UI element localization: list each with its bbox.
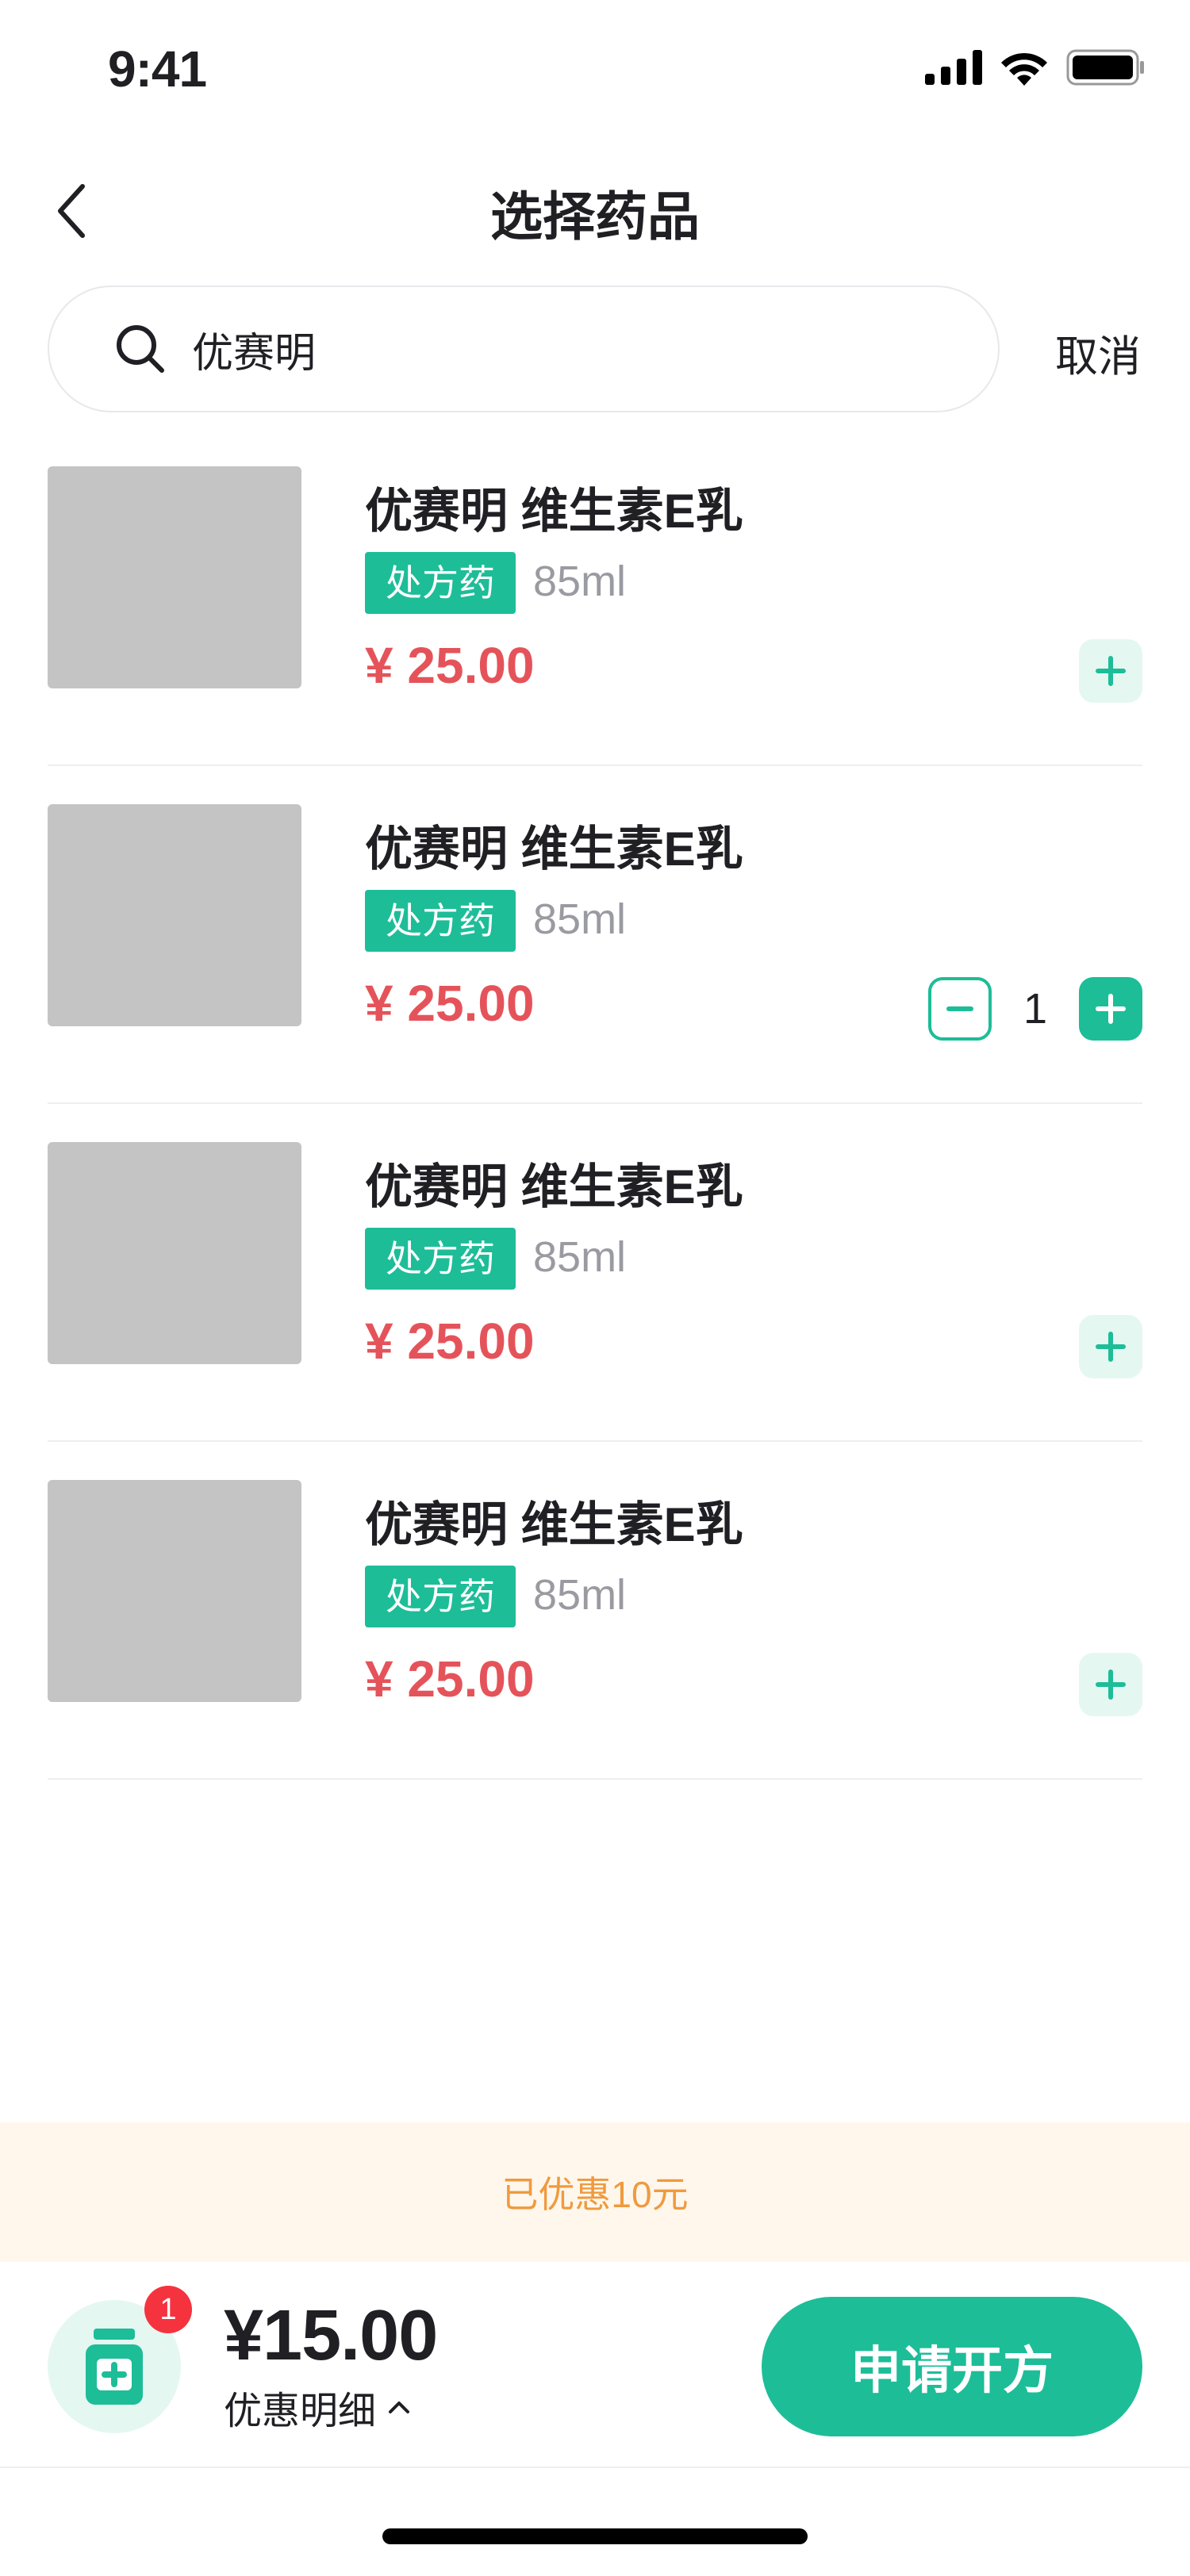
- medicine-bottle-icon: [86, 2329, 143, 2405]
- add-button[interactable]: [1079, 1653, 1142, 1716]
- battery-icon: [1066, 49, 1144, 86]
- cancel-button[interactable]: 取消: [1055, 321, 1141, 384]
- product-image[interactable]: [48, 1480, 301, 1702]
- minus-icon: [946, 1006, 973, 1011]
- prescription-badge: 处方药: [365, 1566, 516, 1627]
- status-bar: 9:41: [0, 0, 1190, 143]
- product-name[interactable]: 优赛明 维生素E乳: [365, 473, 743, 542]
- submit-prescription-button[interactable]: 申请开方: [762, 2297, 1142, 2436]
- product-spec: 85ml: [533, 1571, 627, 1619]
- page-title: 选择药品: [490, 187, 700, 246]
- product-price: ¥ 25.00: [365, 1650, 535, 1708]
- list-item: 优赛明 维生素E乳 处方药 85ml ¥ 25.00 1: [48, 766, 1142, 1104]
- plus-icon: [1096, 1332, 1126, 1362]
- product-spec: 85ml: [533, 895, 627, 943]
- search-icon: [113, 321, 168, 377]
- add-button[interactable]: [1079, 1315, 1142, 1378]
- product-name[interactable]: 优赛明 维生素E乳: [365, 1486, 743, 1555]
- screen: 9:41 选择药品 优赛明 取消 优赛明 维生素E乳 处方药 85ml ¥ 25…: [0, 0, 1190, 2576]
- total-price: ¥15.00: [224, 2296, 438, 2375]
- discount-detail-label: 优惠明细: [224, 2390, 377, 2432]
- product-image[interactable]: [48, 466, 301, 688]
- home-indicator: [382, 2528, 808, 2544]
- plus-icon: [1096, 994, 1126, 1024]
- plus-icon: [1096, 656, 1126, 686]
- cart-count-badge: 1: [144, 2286, 192, 2333]
- discount-banner: 已优惠10元: [0, 2122, 1190, 2262]
- product-name[interactable]: 优赛明 维生素E乳: [365, 1148, 743, 1217]
- plus-icon: [1096, 1669, 1126, 1700]
- chevron-up-icon: [389, 2402, 410, 2413]
- product-image[interactable]: [48, 804, 301, 1026]
- status-time: 9:41: [108, 40, 207, 98]
- prescription-badge: 处方药: [365, 1228, 516, 1290]
- product-list: 优赛明 维生素E乳 处方药 85ml ¥ 25.00 优赛明 维生素E乳 处方药…: [0, 428, 1190, 1780]
- cellular-signal-icon: [925, 50, 982, 85]
- increase-button[interactable]: [1079, 977, 1142, 1041]
- prescription-badge: 处方药: [365, 890, 516, 952]
- status-icons: [925, 49, 1146, 86]
- product-image[interactable]: [48, 1142, 301, 1364]
- quantity-value: 1: [1023, 985, 1048, 1033]
- discount-text: 已优惠10元: [501, 2174, 689, 2215]
- search-box[interactable]: [48, 286, 1000, 412]
- nav-bar: 选择药品: [0, 143, 1190, 278]
- decrease-button[interactable]: [928, 977, 992, 1041]
- product-name[interactable]: 优赛明 维生素E乳: [365, 811, 743, 880]
- quantity-stepper: 1: [928, 977, 1142, 1041]
- add-button[interactable]: [1079, 639, 1142, 703]
- product-spec: 85ml: [533, 1233, 627, 1281]
- list-item: 优赛明 维生素E乳 处方药 85ml ¥ 25.00: [48, 1442, 1142, 1780]
- discount-detail-toggle[interactable]: 优惠明细: [224, 2379, 411, 2435]
- product-price: ¥ 25.00: [365, 637, 535, 694]
- prescription-badge: 处方药: [365, 552, 516, 614]
- list-item: 优赛明 维生素E乳 处方药 85ml ¥ 25.00: [48, 428, 1142, 766]
- product-price: ¥ 25.00: [365, 975, 535, 1032]
- product-price: ¥ 25.00: [365, 1313, 535, 1370]
- product-spec: 85ml: [533, 558, 627, 605]
- wifi-icon: [1001, 52, 1047, 86]
- search-input[interactable]: [190, 324, 908, 374]
- checkout-bar: 1 ¥15.00 优惠明细 申请开方: [0, 2262, 1190, 2468]
- list-item: 优赛明 维生素E乳 处方药 85ml ¥ 25.00: [48, 1104, 1142, 1442]
